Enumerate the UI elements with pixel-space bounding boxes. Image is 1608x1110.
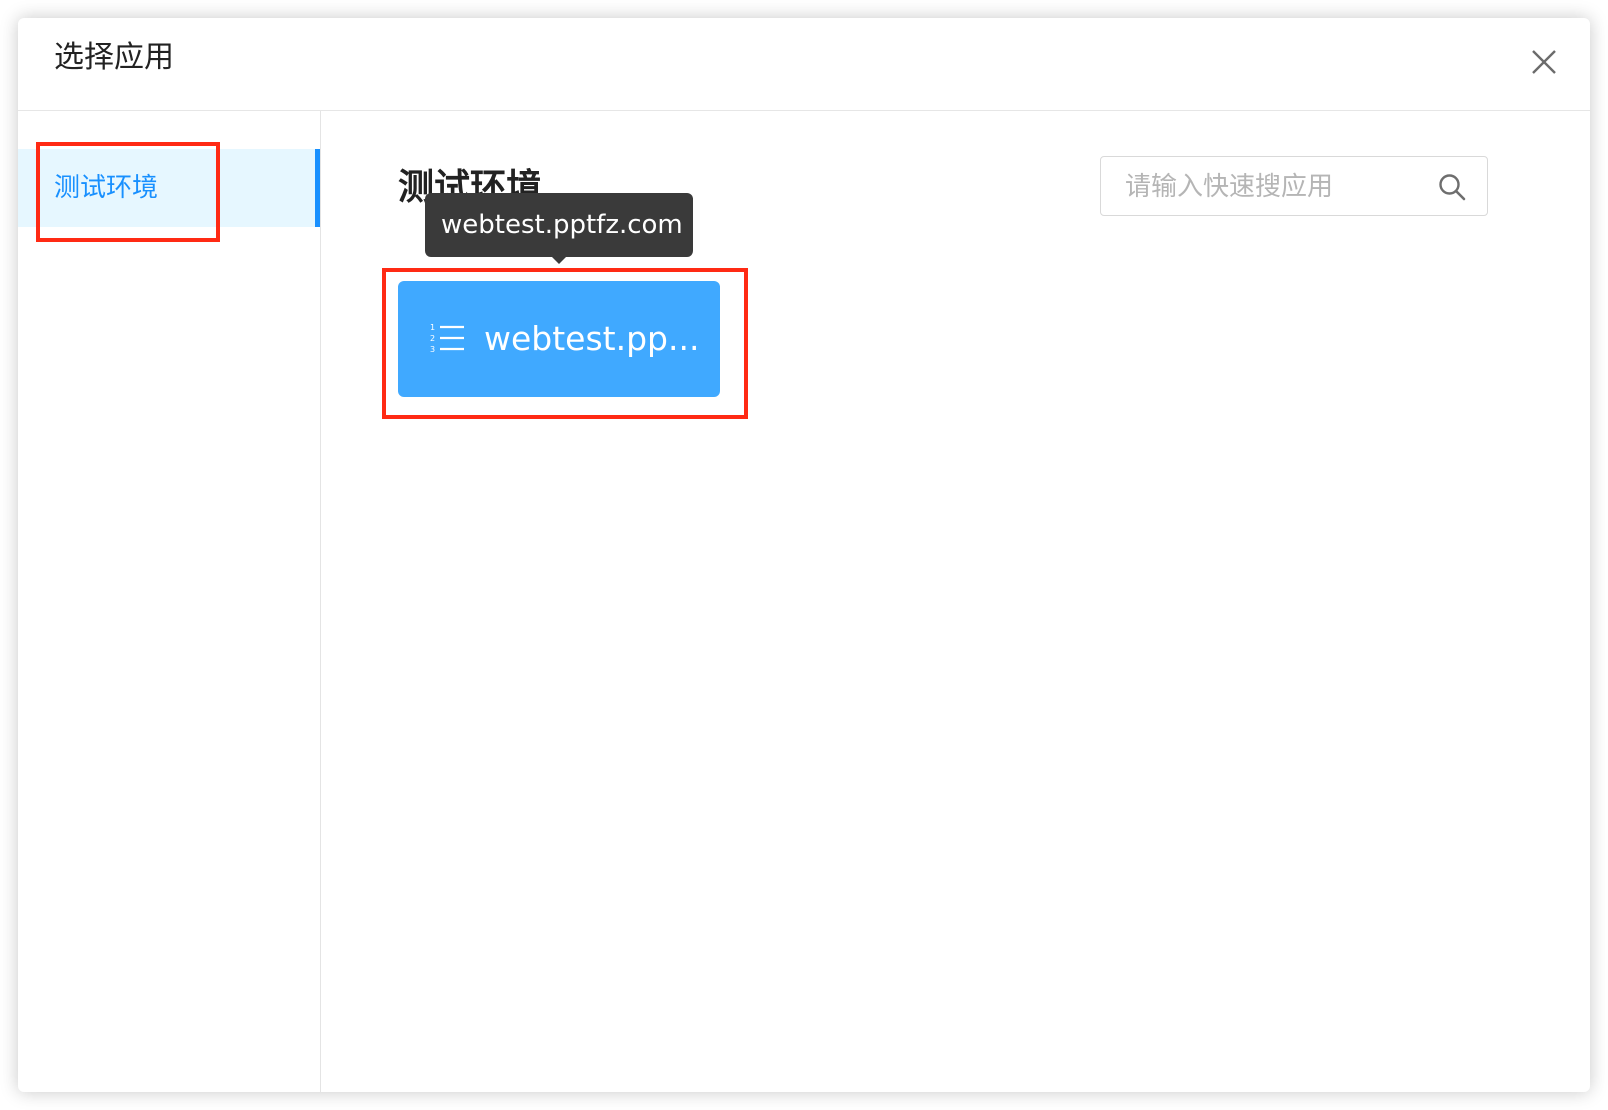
active-indicator bbox=[315, 149, 320, 227]
select-app-dialog: 选择应用 测试环境 测试环境 1 2 3 webtest. bbox=[18, 18, 1590, 1092]
app-tooltip: webtest.pptfz.com bbox=[425, 193, 693, 264]
dialog-header: 选择应用 bbox=[18, 18, 1590, 111]
sidebar-item-test-env[interactable]: 测试环境 bbox=[18, 149, 320, 227]
close-icon bbox=[1532, 50, 1556, 74]
search-icon[interactable] bbox=[1437, 172, 1467, 202]
tooltip-arrow bbox=[552, 257, 566, 264]
dialog-title: 选择应用 bbox=[54, 40, 174, 75]
tooltip-text: webtest.pptfz.com bbox=[441, 210, 683, 240]
svg-text:2: 2 bbox=[430, 334, 435, 343]
app-card[interactable]: 1 2 3 webtest.pp... bbox=[398, 281, 720, 397]
svg-text:1: 1 bbox=[430, 323, 435, 332]
svg-text:3: 3 bbox=[430, 345, 435, 354]
sidebar: 测试环境 bbox=[18, 111, 321, 1092]
app-label: webtest.pp... bbox=[484, 319, 700, 358]
search-box bbox=[1100, 156, 1488, 216]
sidebar-item-label: 测试环境 bbox=[54, 173, 159, 203]
ordered-list-icon: 1 2 3 bbox=[430, 323, 464, 354]
search-input[interactable] bbox=[1123, 167, 1427, 207]
close-button[interactable] bbox=[1524, 42, 1564, 82]
